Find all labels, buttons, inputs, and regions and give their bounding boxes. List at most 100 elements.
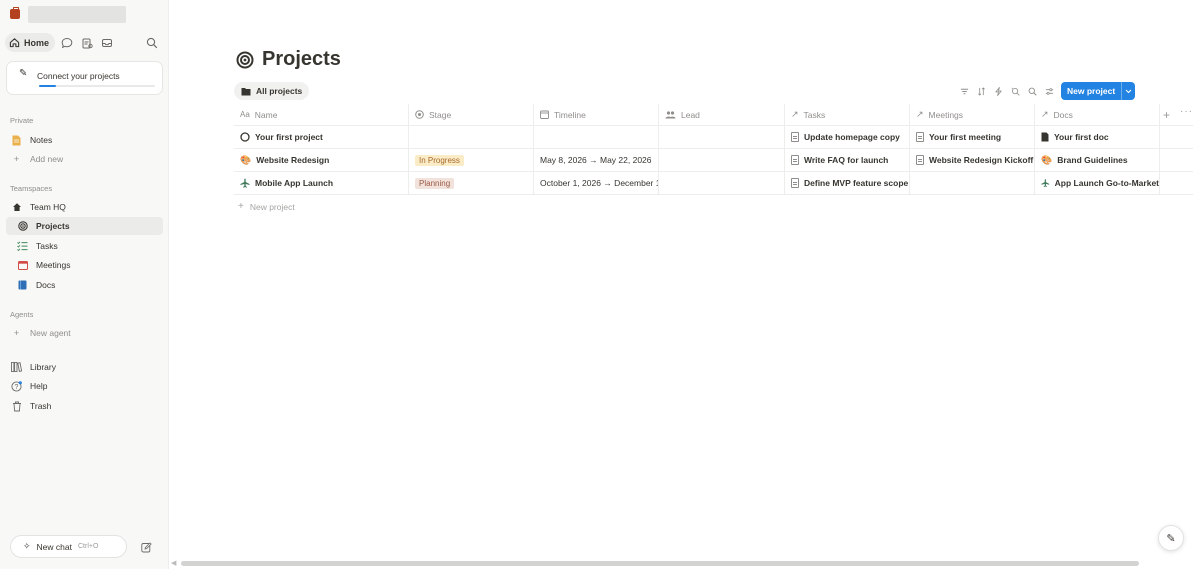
folder-icon	[241, 87, 251, 95]
new-project-button[interactable]: New project	[1061, 82, 1135, 100]
chevron-down-icon[interactable]	[1121, 82, 1135, 100]
table-row[interactable]: Mobile App Launch Planning October 1, 20…	[234, 172, 1193, 195]
doc-link: Your first doc	[1054, 132, 1109, 142]
page-icon	[791, 155, 799, 165]
view-tab-all-projects[interactable]: All projects	[234, 82, 310, 100]
settings-button[interactable]	[1041, 83, 1058, 99]
assistant-button[interactable]: ✎	[1158, 525, 1184, 551]
cell-lead[interactable]	[659, 126, 785, 148]
table-row[interactable]: 🎨 Website Redesign In Progress May 8, 20…	[234, 149, 1193, 172]
new-chat-button[interactable]: ✧ New chat Ctrl+O	[10, 535, 127, 558]
cell-stage[interactable]	[409, 126, 534, 148]
notes-icon	[11, 135, 22, 146]
cell-tasks[interactable]: Update homepage copy	[785, 126, 910, 148]
inbox-button[interactable]	[99, 35, 115, 51]
sidebar-item-help[interactable]: ? Help	[6, 377, 163, 395]
task-link: Define MVP feature scope	[804, 178, 909, 188]
scroll-left-icon[interactable]: ◀	[171, 559, 176, 567]
automation-button[interactable]	[990, 83, 1007, 99]
sparkle-brush-icon: ✎	[19, 68, 28, 79]
filter-button[interactable]	[956, 83, 973, 99]
sidebar-item-label: Projects	[36, 221, 70, 231]
connect-projects-card[interactable]: ✎ Connect your projects	[6, 61, 163, 95]
new-chat-shortcut: Ctrl+O	[77, 543, 99, 550]
cell-docs[interactable]: 🎨 Brand Guidelines	[1035, 149, 1160, 171]
target-icon	[236, 51, 254, 68]
column-header-name[interactable]: Aa Name	[234, 104, 409, 125]
cell-lead[interactable]	[659, 149, 785, 171]
cell-stage[interactable]: Planning	[409, 172, 534, 194]
sidebar-item-label: Trash	[30, 401, 52, 411]
chat-bubble-icon	[61, 37, 73, 48]
task-link: Write FAQ for launch	[804, 155, 889, 165]
cell-meetings[interactable]: Your first meeting	[910, 126, 1035, 148]
header-label: Timeline	[554, 109, 586, 120]
sidebar-item-trash[interactable]: Trash	[6, 397, 163, 415]
section-agents: Agents	[10, 310, 34, 319]
cell-stage[interactable]: In Progress	[409, 149, 534, 171]
column-header-docs[interactable]: ↗ Docs	[1035, 104, 1160, 125]
table-row[interactable]: Your first project Update homepage copy …	[234, 126, 1193, 149]
airplane-icon	[1041, 179, 1050, 187]
docs-icon	[17, 280, 28, 291]
sidebar-item-docs[interactable]: Docs	[6, 276, 163, 294]
cell-lead[interactable]	[659, 172, 785, 194]
column-header-meetings[interactable]: ↗ Meetings	[910, 104, 1035, 125]
compose-button[interactable]	[137, 538, 155, 556]
cell-name[interactable]: Mobile App Launch	[234, 172, 409, 194]
page-icon	[916, 132, 924, 142]
horizontal-scrollbar[interactable]: ◀	[171, 559, 1193, 567]
search-icon	[1028, 87, 1037, 96]
cell-tasks[interactable]: Write FAQ for launch	[785, 149, 910, 171]
cell-timeline[interactable]: October 1, 2026 → December 1	[534, 172, 659, 194]
workspace-name-redacted	[28, 5, 126, 23]
cell-timeline[interactable]: May 8, 2026 → May 22, 2026	[534, 149, 659, 171]
sidebar-item-new-agent[interactable]: + New agent	[6, 324, 163, 342]
sort-button[interactable]	[973, 83, 990, 99]
page-icon	[791, 178, 799, 188]
stage-badge: Planning	[415, 177, 455, 189]
projects-table: Aa Name Stage Timeline Lead ↗ Tasks ↗ Me…	[234, 104, 1193, 195]
header-label: Name	[254, 109, 278, 120]
home-button[interactable]: Home	[5, 33, 56, 52]
briefcase-icon	[10, 7, 20, 19]
new-chat-label: New chat	[36, 541, 72, 552]
cell-spacer	[1160, 126, 1193, 148]
sidebar-item-add-new[interactable]: + Add new	[6, 150, 163, 168]
cell-name[interactable]: Your first project	[234, 126, 409, 148]
cell-name[interactable]: 🎨 Website Redesign	[234, 149, 409, 171]
search-button[interactable]	[1024, 83, 1041, 99]
search-button[interactable]	[144, 35, 160, 51]
meeting-link: Website Redesign Kickoff	[929, 155, 1034, 165]
cell-tasks[interactable]: Define MVP feature scope	[785, 172, 910, 194]
chat-button[interactable]	[59, 35, 75, 51]
cell-meetings[interactable]: Website Redesign Kickoff	[910, 149, 1035, 171]
sidebar-item-library[interactable]: Library	[6, 358, 163, 376]
timeline-value: October 1, 2026 → December 1	[540, 178, 659, 188]
sidebar-item-tasks[interactable]: Tasks	[6, 237, 163, 255]
cell-meetings[interactable]	[910, 172, 1035, 194]
column-header-stage[interactable]: Stage	[409, 104, 534, 125]
sidebar-item-meetings[interactable]: Meetings	[6, 256, 163, 274]
sidebar-item-projects[interactable]: Projects	[6, 217, 163, 235]
cell-docs[interactable]: Your first doc	[1035, 126, 1160, 148]
timeline-value: May 8, 2026 → May 22, 2026	[540, 155, 652, 165]
task-link: Update homepage copy	[804, 132, 900, 142]
column-header-timeline[interactable]: Timeline	[534, 104, 659, 125]
column-header-lead[interactable]: Lead	[659, 104, 785, 125]
column-header-tasks[interactable]: ↗ Tasks	[785, 104, 910, 125]
cell-docs[interactable]: App Launch Go-to-Market	[1035, 172, 1160, 194]
sidebar-item-notes[interactable]: Notes	[6, 131, 163, 149]
sidebar-item-team-hq[interactable]: Team HQ	[6, 198, 163, 216]
title-property-icon: Aa	[240, 110, 250, 119]
add-new-project-row[interactable]: + New project	[238, 201, 295, 212]
workspace-switcher[interactable]	[10, 5, 158, 23]
cell-spacer	[1160, 172, 1193, 194]
project-name: Mobile App Launch	[255, 178, 334, 188]
ai-button[interactable]	[1007, 83, 1024, 99]
scrollbar-thumb[interactable]	[181, 561, 1139, 566]
cell-timeline[interactable]	[534, 126, 659, 148]
connect-title: Connect your projects	[37, 71, 120, 81]
ai-notes-button[interactable]	[79, 35, 95, 51]
relation-arrow-icon: ↗	[916, 109, 924, 119]
